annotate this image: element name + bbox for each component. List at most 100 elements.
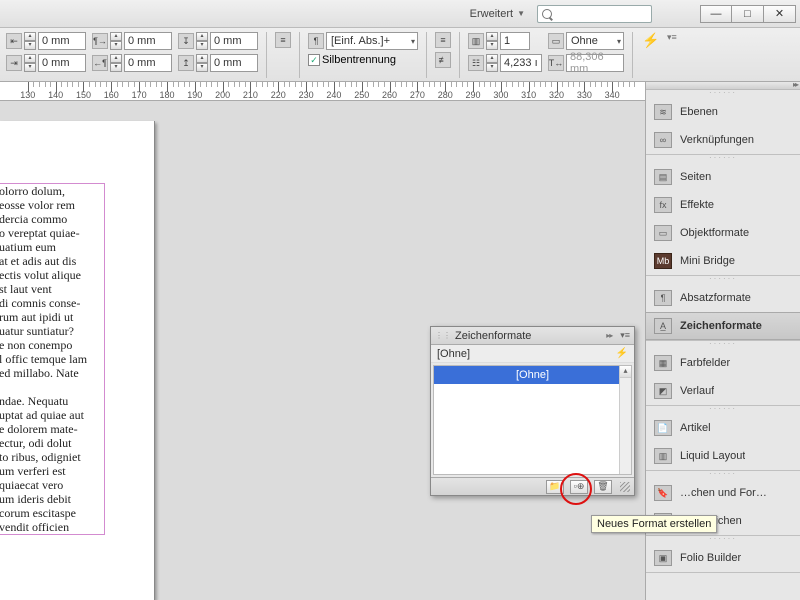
spinner[interactable]: ▴▾ (110, 54, 122, 72)
scrollbar[interactable]: ▴ (619, 366, 631, 474)
search-input[interactable] (537, 5, 652, 23)
close-button[interactable]: ✕ (764, 5, 796, 23)
panel-item-artikel[interactable]: 📄 Artikel (646, 414, 800, 442)
text-frame[interactable]: olorro dolum, eosse volor rem dercia com… (0, 183, 105, 535)
panel-item-liquid-layout[interactable]: ▥ Liquid Layout (646, 442, 800, 470)
spinner[interactable]: ▴▾ (196, 32, 208, 50)
spinner[interactable]: ▴▾ (486, 32, 498, 50)
list-icon[interactable]: ≡ (275, 32, 291, 48)
space-after-field[interactable]: 0 mm (210, 54, 258, 72)
obj-icon: ▭ (654, 225, 672, 241)
minimize-button[interactable]: — (700, 5, 732, 23)
last-line-icon[interactable]: ←¶ (92, 55, 108, 71)
grad-icon: ◩ (654, 383, 672, 399)
panel-dock-icon[interactable]: ▸▸ (606, 331, 612, 340)
indent-left-field[interactable]: 0 mm (38, 32, 86, 50)
panel-header[interactable]: ⋮⋮ Zeichenformate ▸▸ ▾≡ (431, 327, 634, 345)
style-list[interactable]: [Ohne] ✎ ▴ (433, 365, 632, 475)
spinner[interactable]: ▴▾ (24, 54, 36, 72)
maximize-button[interactable]: □ (732, 5, 764, 23)
span-columns-icon[interactable]: ☷ (468, 55, 484, 71)
panel-item--chen-und-for-[interactable]: 🔖…chen und For… (646, 479, 800, 507)
scroll-up-icon[interactable]: ▴ (620, 366, 631, 378)
space-before-field[interactable]: 0 mm (210, 32, 258, 50)
applied-style-row[interactable]: [Ohne] ⚡ (431, 345, 634, 363)
space-after-icon[interactable]: ↥ (178, 55, 194, 71)
body-text-2: ndae. Nequatu uptat ad quiae aut e dolor… (0, 394, 104, 534)
indent-left-icon[interactable]: ⇤ (6, 33, 22, 49)
collapse-dock-icon[interactable] (646, 82, 800, 90)
panel-item-objektformate[interactable]: ▭Objektformate (646, 219, 800, 247)
first-line-icon[interactable]: ¶→ (92, 33, 108, 49)
control-bar: ⇤▴▾0 mm ⇥▴▾0 mm ¶→▴▾0 mm ←¶▴▾0 mm ↧▴▾0 m… (0, 28, 800, 82)
columns-field[interactable]: 1 (500, 32, 530, 50)
chevron-down-icon: ▼ (517, 9, 525, 18)
space-before-icon[interactable]: ↧ (178, 33, 194, 49)
last-line-field[interactable]: 0 mm (124, 54, 172, 72)
panel-item-label: Folio Builder (680, 552, 741, 564)
spinner[interactable]: ▴▾ (486, 54, 498, 72)
paragraph-style-dropdown[interactable]: [Einf. Abs.]+ (326, 32, 418, 50)
panel-item-folio-builder[interactable]: ▣ Folio Builder (646, 544, 800, 572)
spinner[interactable]: ▴▾ (196, 54, 208, 72)
spinner[interactable]: ▴▾ (110, 32, 122, 50)
quick-apply-icon[interactable]: ⚡ (641, 32, 661, 49)
panel-menu-icon[interactable]: ▾≡ (620, 330, 630, 341)
override-flash-icon[interactable]: ⚡ (616, 348, 628, 359)
resize-grip-icon[interactable] (620, 482, 630, 492)
text-width-field[interactable]: 88,306 mm (566, 54, 624, 72)
fb-icon: ▣ (654, 550, 672, 566)
search-icon (542, 9, 552, 19)
workspace-switcher[interactable]: Erweitert ▼ (470, 8, 525, 20)
delete-style-button[interactable]: 🗑 (594, 480, 612, 494)
object-style-dropdown[interactable]: Ohne (566, 32, 624, 50)
style-group-button[interactable]: 📁 (546, 480, 564, 494)
panel-group: ······▣Folio Builder (646, 536, 800, 573)
panel-item-effekte[interactable]: fxEffekte (646, 191, 800, 219)
panel-item-verkn-pfungen[interactable]: ∞Verknüpfungen (646, 126, 800, 154)
workspace-label: Erweitert (470, 8, 513, 20)
panel-item-label: Artikel (680, 422, 711, 434)
character-styles-panel[interactable]: ⋮⋮ Zeichenformate ▸▸ ▾≡ [Ohne] ⚡ [Ohne] … (430, 326, 635, 496)
panel-item-zeichenformate[interactable]: A̲Zeichenformate (646, 312, 800, 340)
panel-item-label: Ebenen (680, 106, 718, 118)
mb-icon: Mb (654, 253, 672, 269)
para-icon: ¶ (654, 290, 672, 306)
panel-item-farbfelder[interactable]: ▦ Farbfelder (646, 349, 800, 377)
panel-item-mini-bridge[interactable]: Mb Mini Bridge (646, 247, 800, 275)
panel-item-label: Mini Bridge (680, 255, 735, 267)
panel-grip-icon[interactable]: ⋮⋮ (435, 331, 451, 340)
style-item-none[interactable]: [Ohne] ✎ (434, 366, 631, 384)
text-width-icon[interactable]: T↔ (548, 55, 564, 71)
link-icon: ∞ (654, 132, 672, 148)
panel-group: ······¶AbsatzformateA̲Zeichenformate (646, 276, 800, 341)
panel-item-ebenen[interactable]: ≋Ebenen (646, 98, 800, 126)
obj-style-icon[interactable]: ▭ (548, 33, 564, 49)
panel-item-seiten[interactable]: ▤Seiten (646, 163, 800, 191)
art-icon: 📄 (654, 420, 672, 436)
body-text-1: olorro dolum, eosse volor rem dercia com… (0, 184, 104, 380)
panel-group: ······📄Artikel▥Liquid Layout (646, 406, 800, 471)
first-line-field[interactable]: 0 mm (124, 32, 172, 50)
columns-icon[interactable]: ▥ (468, 33, 484, 49)
text-height-field[interactable]: 4,233 ı (500, 54, 542, 72)
panel-item-label: Effekte (680, 199, 714, 211)
para-style-icon[interactable]: ¶ (308, 33, 324, 49)
panel-group: ······▤SeitenfxEffekte▭ObjektformateMbMi… (646, 155, 800, 276)
spinner[interactable]: ▴▾ (24, 32, 36, 50)
panel-group: ······▦Farbfelder◩Verlauf (646, 341, 800, 406)
indent-right-field[interactable]: 0 mm (38, 54, 86, 72)
panel-item-verlauf[interactable]: ◩Verlauf (646, 377, 800, 405)
hyphenation-checkbox[interactable]: ✓ (308, 54, 320, 66)
baseline-grid-off-icon[interactable]: ≢ (435, 52, 451, 68)
baseline-grid-on-icon[interactable]: ≡ (435, 32, 451, 48)
panel-item-absatzformate[interactable]: ¶Absatzformate (646, 284, 800, 312)
new-style-button[interactable]: ▫⊕ (570, 480, 588, 494)
panel-group: ······≋Ebenen∞Verknüpfungen (646, 90, 800, 155)
liq-icon: ▥ (654, 448, 672, 464)
panel-item-label: Liquid Layout (680, 450, 745, 462)
panel-item-label: Farbfelder (680, 357, 730, 369)
control-flyout-icon[interactable]: ▾≡ (667, 32, 677, 43)
indent-right-icon[interactable]: ⇥ (6, 55, 22, 71)
swatch-icon: ▦ (654, 355, 672, 371)
